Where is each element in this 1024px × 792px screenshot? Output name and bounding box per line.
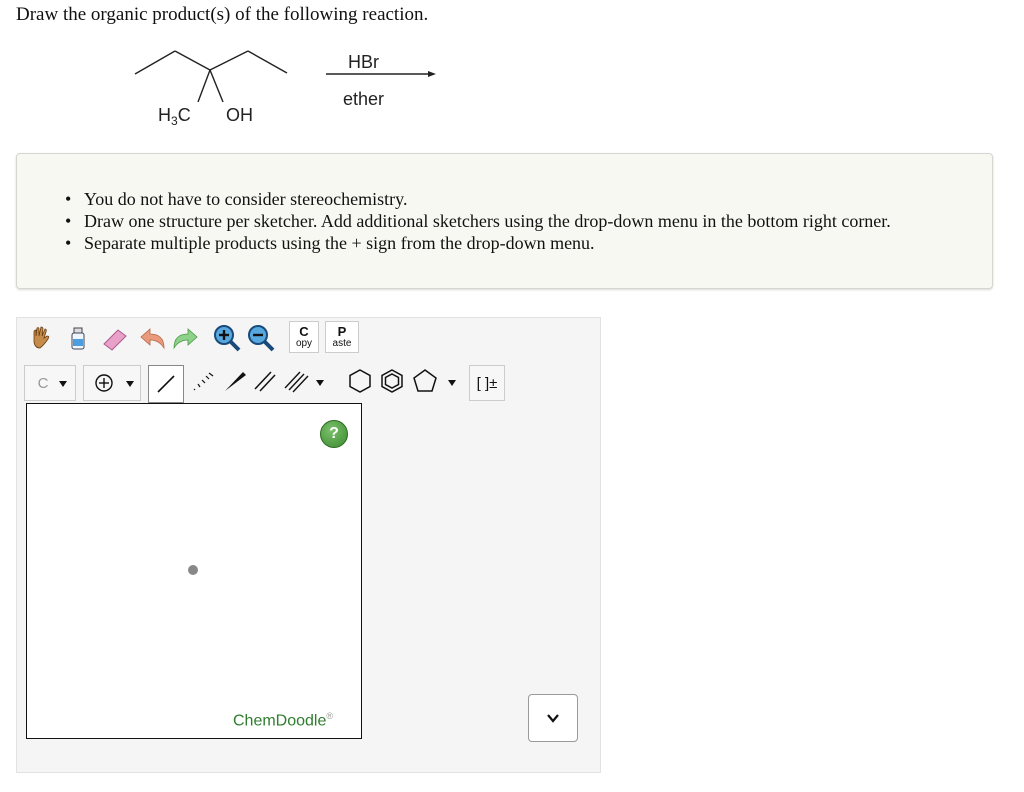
bond bbox=[209, 50, 249, 71]
chevron-down-icon bbox=[448, 380, 456, 386]
bond bbox=[209, 69, 224, 103]
triple-bond-tool[interactable] bbox=[279, 365, 329, 397]
charge-tool[interactable] bbox=[83, 365, 141, 401]
instruction-item: Draw one structure per sketcher. Add add… bbox=[65, 210, 891, 232]
eraser-icon[interactable] bbox=[99, 322, 131, 354]
copy-button[interactable]: C opy bbox=[289, 321, 319, 353]
chemdoodle-brand: ChemDoodle® bbox=[233, 710, 334, 729]
pentagon-icon bbox=[413, 369, 437, 392]
chevron-down-icon bbox=[126, 381, 134, 387]
zoom-in-icon[interactable] bbox=[211, 322, 243, 354]
chevron-down-icon bbox=[316, 380, 324, 386]
paste-button[interactable]: P aste bbox=[325, 321, 359, 353]
hashed-wedge-icon bbox=[193, 372, 214, 391]
methyl-label: H3C bbox=[158, 105, 191, 128]
arrow-head bbox=[428, 71, 436, 77]
chemdoodle-sketcher: C opy P aste C [ ]± ? ChemDoodle® bbox=[16, 317, 601, 773]
clear-bottle-icon[interactable] bbox=[62, 322, 94, 354]
hexagon-icon bbox=[349, 369, 371, 393]
single-bond-tool[interactable] bbox=[148, 365, 184, 403]
instruction-item: Separate multiple products using the + s… bbox=[65, 232, 891, 254]
double-bond-tool[interactable] bbox=[249, 365, 281, 397]
element-selector[interactable]: C bbox=[24, 365, 76, 401]
question-text: Draw the organic product(s) of the follo… bbox=[16, 4, 429, 25]
triple-bond-icon bbox=[284, 371, 309, 393]
instructions-panel: You do not have to consider stereochemis… bbox=[16, 153, 993, 289]
benzene-tool[interactable] bbox=[376, 365, 408, 397]
wedge-bond-icon bbox=[225, 372, 246, 391]
bond bbox=[174, 50, 211, 71]
bond bbox=[247, 50, 288, 74]
reaction-scheme: H3C OH HBr ether bbox=[134, 50, 436, 128]
redo-icon[interactable] bbox=[169, 322, 201, 354]
benzene-icon bbox=[381, 369, 403, 393]
chevron-down-icon bbox=[59, 381, 67, 387]
instruction-item: You do not have to consider stereochemis… bbox=[65, 188, 891, 210]
reactant-skeleton bbox=[134, 50, 288, 103]
single-bond-icon bbox=[157, 375, 175, 393]
hydroxyl-label: OH bbox=[226, 105, 253, 125]
reagent-hbr: HBr bbox=[348, 52, 379, 72]
charge-bracket-tool[interactable]: [ ]± bbox=[469, 365, 505, 401]
wedge-bond-tool[interactable] bbox=[219, 365, 251, 397]
bond bbox=[134, 50, 176, 75]
drawing-canvas[interactable]: ? ChemDoodle® bbox=[26, 403, 362, 739]
hash-bond-tool[interactable] bbox=[187, 365, 219, 397]
reagent-ether: ether bbox=[343, 89, 384, 109]
help-button[interactable]: ? bbox=[320, 420, 348, 448]
zoom-out-icon[interactable] bbox=[245, 322, 277, 354]
bond bbox=[197, 69, 211, 103]
cyclohexane-tool[interactable] bbox=[344, 365, 376, 397]
add-sketcher-dropdown[interactable] bbox=[528, 694, 578, 742]
hand-pan-icon[interactable] bbox=[25, 322, 57, 354]
undo-icon[interactable] bbox=[137, 322, 169, 354]
double-bond-icon bbox=[254, 371, 276, 392]
plus-charge-icon bbox=[95, 374, 113, 392]
chevron-down-icon bbox=[547, 714, 559, 723]
cyclopentane-tool[interactable] bbox=[408, 365, 458, 397]
cursor-dot bbox=[188, 565, 198, 575]
instructions-list: You do not have to consider stereochemis… bbox=[65, 188, 891, 254]
